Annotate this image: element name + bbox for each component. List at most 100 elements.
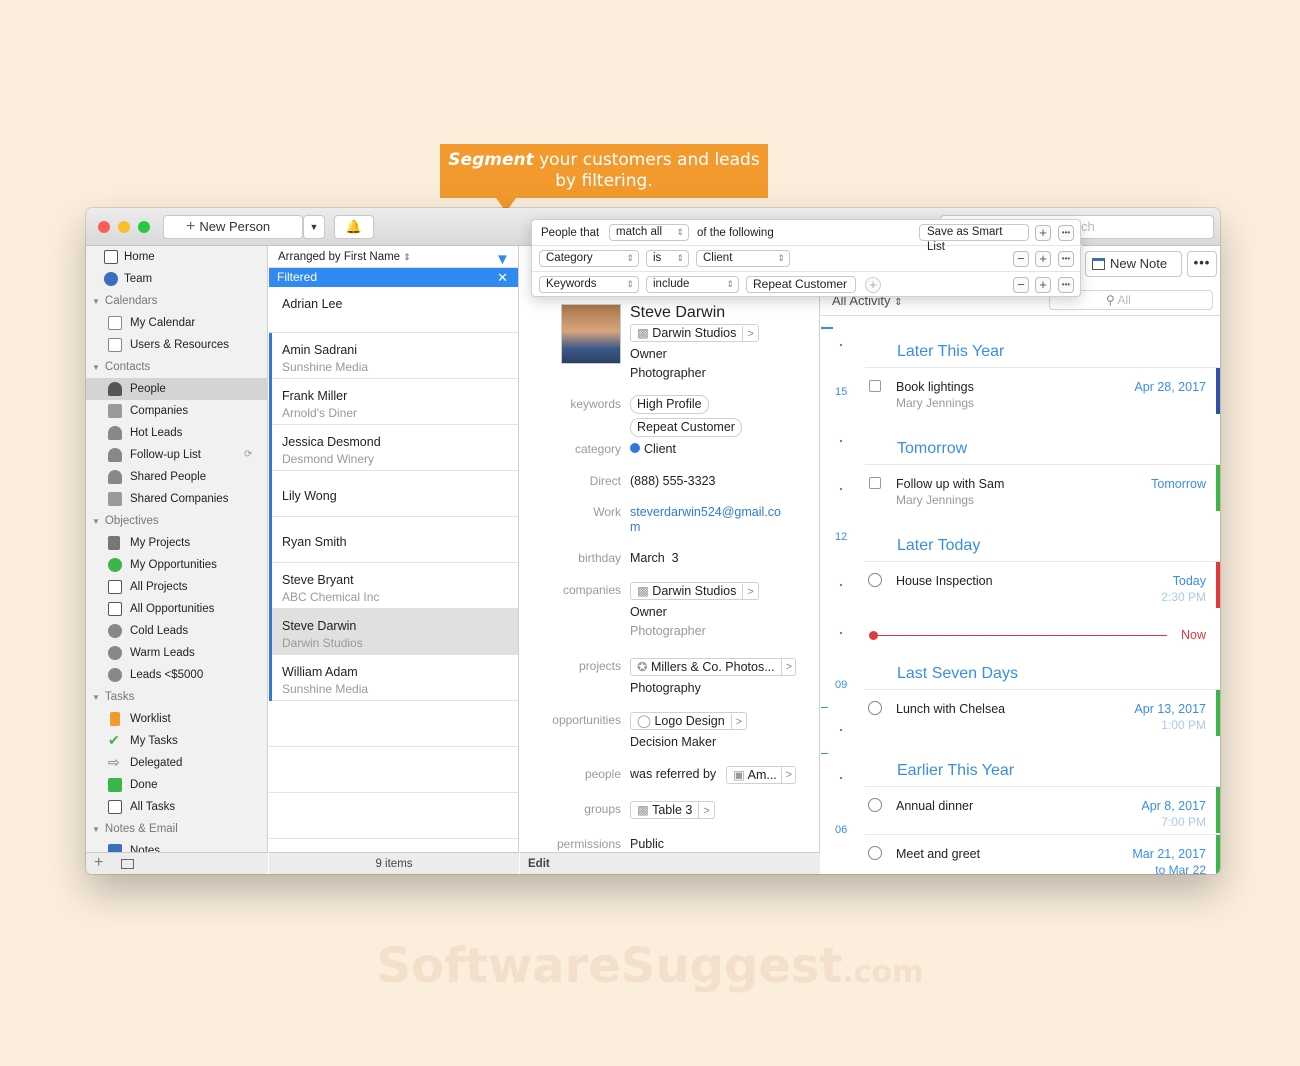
- sidebar-item-my-tasks[interactable]: ✔ My Tasks: [86, 730, 268, 752]
- sidebar-item-warm-leads[interactable]: Warm Leads: [86, 642, 268, 664]
- edit-button[interactable]: Edit: [520, 852, 820, 874]
- promo-banner: Segment your customers and leads by filt…: [440, 144, 768, 198]
- person-row[interactable]: Lily Wong: [269, 471, 518, 517]
- rule-operator-select[interactable]: is ⇕: [646, 250, 689, 267]
- zoom-window-button[interactable]: [138, 221, 150, 233]
- add-icon[interactable]: +: [94, 854, 103, 872]
- activity-event[interactable]: Lunch with Chelsea Apr 13, 2017 1:00 PM: [865, 689, 1220, 736]
- person-row[interactable]: Jessica Desmond Desmond Winery: [269, 425, 518, 471]
- email-line: m: [630, 520, 641, 534]
- sidebar-item-all-tasks[interactable]: All Tasks: [86, 796, 268, 818]
- section-tasks[interactable]: ▼ Tasks: [86, 686, 268, 708]
- rule-value-select[interactable]: Client ⇕: [696, 250, 790, 267]
- close-window-button[interactable]: [98, 221, 110, 233]
- person-row[interactable]: Ryan Smith: [269, 517, 518, 563]
- sidebar-item-all-opportunities[interactable]: All Opportunities: [86, 598, 268, 620]
- keyword-tag[interactable]: High Profile: [630, 395, 709, 414]
- activity-event[interactable]: House Inspection Today 2:30 PM: [865, 561, 1220, 608]
- new-person-button[interactable]: + New Person: [163, 215, 303, 239]
- activity-event[interactable]: Meet and greet Mar 21, 2017 to Mar 22: [865, 834, 1220, 874]
- new-person-menu-button[interactable]: ▼: [303, 215, 325, 239]
- sidebar-item-companies[interactable]: Companies: [86, 400, 268, 422]
- category-marker: [269, 425, 272, 471]
- person-row[interactable]: Steve Bryant ABC Chemical Inc: [269, 563, 518, 609]
- rule-group-button[interactable]: •••: [1058, 225, 1074, 241]
- company-link-chip[interactable]: ▩ Darwin Studios >: [630, 582, 759, 600]
- person-row[interactable]: Frank Miller Arnold's Diner: [269, 379, 518, 425]
- company-chip[interactable]: ▩ Darwin Studios >: [630, 324, 759, 342]
- project-chip[interactable]: ✪ Millers & Co. Photos... >: [630, 658, 796, 676]
- remove-rule-button[interactable]: −: [1013, 277, 1029, 293]
- company-link-label: Darwin Studios: [652, 584, 737, 598]
- activity-event[interactable]: Follow up with Sam Mary Jennings Tomorrow: [865, 464, 1220, 511]
- timeline-dot: [840, 777, 842, 779]
- add-keyword-button[interactable]: +: [865, 277, 881, 293]
- person-row[interactable]: Adrian Lee: [269, 287, 518, 333]
- rule-group-button[interactable]: •••: [1058, 277, 1074, 293]
- sidebar-item-my-projects[interactable]: My Projects: [86, 532, 268, 554]
- sidebar-item-delegated[interactable]: ⇨ Delegated: [86, 752, 268, 774]
- work-email[interactable]: steverdarwin524@gmail.co m: [630, 505, 781, 534]
- sidebar-item-follow-up[interactable]: Follow-up List ⟳: [86, 444, 268, 466]
- section-contacts[interactable]: ▼ Contacts: [86, 356, 268, 378]
- hammer-icon: ✪: [637, 660, 648, 674]
- shared-person-icon: [108, 470, 122, 484]
- table-view-icon[interactable]: [121, 859, 134, 869]
- checkbox[interactable]: [869, 477, 881, 489]
- group-icon: ▩: [637, 803, 649, 817]
- rule-field-select[interactable]: Keywords ⇕: [539, 276, 639, 293]
- rule-group-button[interactable]: •••: [1058, 251, 1074, 267]
- minimize-window-button[interactable]: [118, 221, 130, 233]
- sidebar-item-shared-companies[interactable]: Shared Companies: [86, 488, 268, 510]
- sidebar-item-shared-people[interactable]: Shared People: [86, 466, 268, 488]
- sidebar-item-cold-leads[interactable]: Cold Leads: [86, 620, 268, 642]
- sidebar-item-done[interactable]: Done: [86, 774, 268, 796]
- related-person-chip[interactable]: ▣ Am... >: [726, 766, 796, 784]
- add-rule-button[interactable]: +: [1035, 277, 1051, 293]
- more-options-button[interactable]: •••: [1187, 251, 1217, 277]
- person-row[interactable]: Steve Darwin Darwin Studios: [269, 609, 518, 655]
- sidebar-item-all-projects[interactable]: All Projects: [86, 576, 268, 598]
- clear-filter-icon[interactable]: ✕: [497, 268, 508, 287]
- team-icon: [104, 272, 118, 286]
- sidebar-item-team[interactable]: Team: [86, 268, 268, 290]
- activity-event[interactable]: Book lightings Mary Jennings Apr 28, 2017: [865, 367, 1220, 414]
- sidebar-item-my-calendar[interactable]: My Calendar: [86, 312, 268, 334]
- sidebar-item-users-resources[interactable]: Users & Resources: [86, 334, 268, 356]
- people-relation: was referred by: [630, 767, 717, 781]
- sidebar-item-notes[interactable]: Notes: [86, 840, 268, 852]
- notifications-button[interactable]: 🔔: [334, 215, 374, 239]
- new-person-label: New Person: [199, 219, 271, 234]
- group-chip[interactable]: ▩ Table 3 >: [630, 801, 715, 819]
- sidebar-item-my-opportunities[interactable]: My Opportunities: [86, 554, 268, 576]
- category-value[interactable]: Client: [630, 442, 676, 456]
- remove-rule-button[interactable]: −: [1013, 251, 1029, 267]
- updown-icon: ⇕: [894, 297, 903, 308]
- save-smart-list-button[interactable]: Save as Smart List: [919, 224, 1029, 253]
- sidebar-item-worklist[interactable]: Worklist: [86, 708, 268, 730]
- add-rule-button[interactable]: +: [1035, 251, 1051, 267]
- checkbox[interactable]: [869, 380, 881, 392]
- direct-phone[interactable]: (888) 555-3323: [630, 474, 715, 488]
- person-row[interactable]: William Adam Sunshine Media: [269, 655, 518, 701]
- rule-field-select[interactable]: Category ⇕: [539, 250, 639, 267]
- opportunity-chip[interactable]: ◯ Logo Design >: [630, 712, 748, 730]
- section-notes[interactable]: ▼ Notes & Email: [86, 818, 268, 840]
- person-row[interactable]: Amin Sadrani Sunshine Media: [269, 333, 518, 379]
- section-calendars[interactable]: ▼ Calendars: [86, 290, 268, 312]
- category-marker: [269, 471, 272, 517]
- keyword-tag[interactable]: Repeat Customer: [630, 418, 742, 437]
- rule-keyword-token[interactable]: Repeat Customer: [746, 276, 856, 293]
- sidebar-item-hot-leads[interactable]: Hot Leads: [86, 422, 268, 444]
- section-objectives[interactable]: ▼ Objectives: [86, 510, 268, 532]
- sidebar-item-leads-5000[interactable]: Leads <$5000: [86, 664, 268, 686]
- activity-event[interactable]: Annual dinner Apr 8, 2017 7:00 PM: [865, 786, 1220, 833]
- new-note-button[interactable]: New Note: [1085, 251, 1182, 277]
- event-title: Annual dinner: [896, 799, 974, 813]
- sidebar-item-home[interactable]: Home: [86, 246, 268, 268]
- arrange-selector[interactable]: Arranged by First Name ⇕ ▼: [269, 246, 518, 268]
- match-select[interactable]: match all ⇕: [609, 224, 689, 241]
- rule-operator-select[interactable]: include ⇕: [646, 276, 739, 293]
- add-rule-button[interactable]: +: [1035, 225, 1051, 241]
- sidebar-item-people[interactable]: People: [86, 378, 268, 400]
